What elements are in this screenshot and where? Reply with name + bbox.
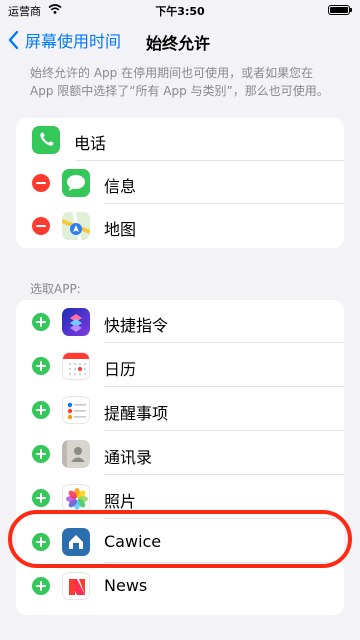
choose-apps-list: 快捷指令 日历 提醒事项 通讯录 照片 Cawice News — [16, 300, 344, 615]
add-button[interactable] — [32, 401, 50, 419]
add-button[interactable] — [32, 357, 50, 375]
list-item-shortcuts: 快捷指令 — [16, 300, 344, 343]
calendar-icon — [62, 352, 90, 380]
list-item-label: 信息 — [104, 177, 137, 196]
back-button-label: 屏幕使用时间 — [25, 32, 122, 51]
always-allowed-list: 电话 信息 地图 — [16, 118, 344, 248]
list-item-cawice: Cawice — [16, 520, 344, 563]
chevron-left-icon — [8, 31, 19, 49]
add-button[interactable] — [32, 445, 50, 463]
add-button[interactable] — [32, 533, 50, 551]
list-item-photos: 照片 — [16, 476, 344, 519]
news-icon — [62, 572, 90, 600]
list-item-messages: 信息 — [16, 161, 344, 204]
remove-button[interactable] — [32, 217, 50, 235]
add-button[interactable] — [32, 313, 50, 331]
contacts-icon — [62, 440, 90, 468]
section-header: 选取APP: — [30, 282, 81, 296]
back-button[interactable]: 屏幕使用时间 — [8, 28, 121, 52]
list-item-label: News — [104, 576, 148, 595]
list-item-label: 地图 — [104, 220, 137, 239]
battery-icon — [328, 5, 352, 15]
status-time: 下午3:50 — [155, 5, 205, 18]
navigation-bar: 屏幕使用时间 始终允许 — [0, 22, 360, 62]
messages-icon — [62, 169, 90, 197]
list-item-phone: 电话 — [16, 118, 344, 161]
list-item-maps: 地图 — [16, 204, 344, 247]
shortcuts-icon — [62, 308, 90, 336]
list-item-label: Cawice — [104, 532, 162, 551]
list-item-calendar: 日历 — [16, 344, 344, 387]
list-item-label: 日历 — [104, 360, 137, 379]
list-item-label: 照片 — [104, 492, 137, 511]
photos-icon — [62, 484, 90, 512]
status-bar: 运营商 下午3:50 — [0, 0, 360, 20]
reminders-icon — [62, 396, 90, 424]
list-item-news: News — [16, 564, 344, 607]
list-item-label: 通讯录 — [104, 448, 153, 467]
add-button[interactable] — [32, 577, 50, 595]
add-button[interactable] — [32, 489, 50, 507]
list-item-contacts: 通讯录 — [16, 432, 344, 475]
page-title: 始终允许 — [146, 34, 211, 53]
cawice-app-icon — [62, 528, 90, 556]
list-item-label: 提醒事项 — [104, 404, 169, 423]
description-text: 始终允许的 App 在停用期间也可使用，或者如果您在 App 限额中选择了“所有… — [30, 66, 329, 98]
list-item-label: 快捷指令 — [104, 316, 169, 335]
maps-icon — [62, 212, 90, 240]
list-item-label: 电话 — [74, 134, 107, 153]
list-item-reminders: 提醒事项 — [16, 388, 344, 431]
phone-icon — [32, 126, 60, 154]
remove-button[interactable] — [32, 174, 50, 192]
